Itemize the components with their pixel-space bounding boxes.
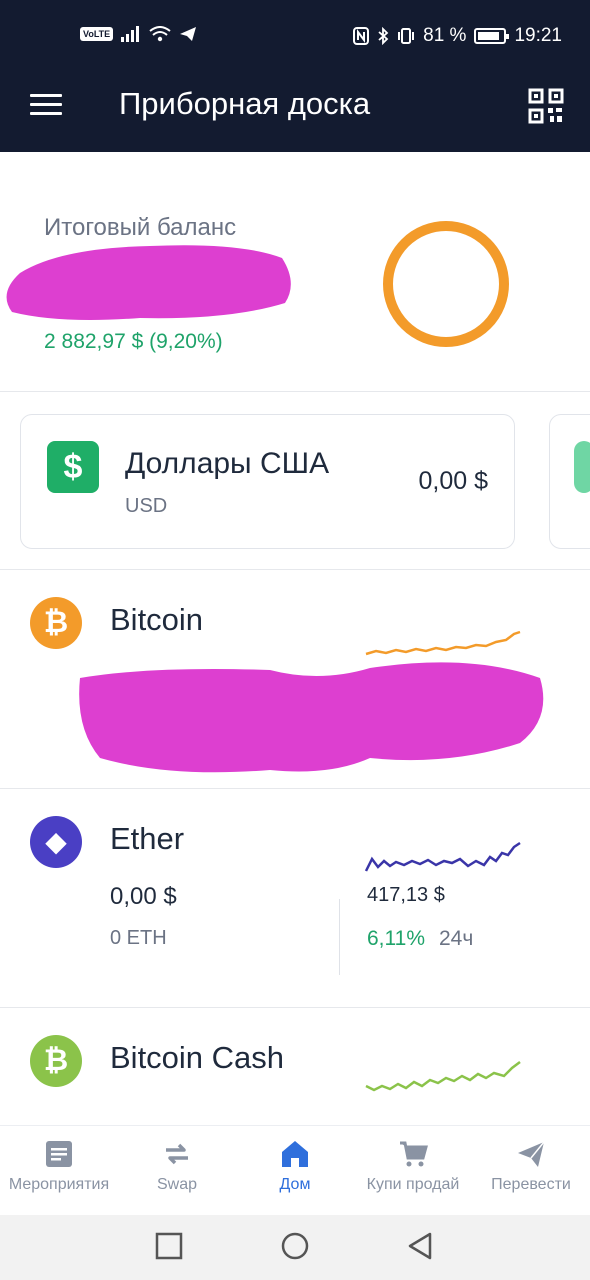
nfc-icon — [353, 27, 370, 45]
back-icon[interactable] — [405, 1231, 435, 1261]
redaction-mark — [79, 662, 544, 773]
events-icon — [46, 1141, 72, 1167]
nav-label: Купи продай — [366, 1176, 460, 1193]
currency-name: Доллары США — [125, 447, 330, 480]
fiat-balance: 0,00 $ — [110, 883, 177, 910]
price-sparkline — [365, 1061, 521, 1092]
clock: 19:21 — [514, 25, 562, 46]
volte-badge: VoLTE — [80, 27, 114, 41]
asset-name: Ether — [110, 821, 185, 856]
currency-card-usd[interactable]: $ Доллары США USD 0,00 $ — [20, 414, 515, 549]
bluetooth-icon — [378, 27, 389, 45]
price-change: 6,11% — [367, 927, 425, 950]
bitcoin-cash-icon: ₿ — [30, 1035, 82, 1087]
nav-buy-sell[interactable]: Купи продай — [354, 1126, 472, 1216]
status-bar: VoLTE 81 % 19:21 — [0, 0, 590, 72]
price-sparkline — [364, 841, 521, 872]
nav-label: Swap — [156, 1176, 198, 1193]
cart-icon — [400, 1141, 428, 1167]
asset-name: Bitcoin Cash — [110, 1040, 285, 1075]
system-nav-bar — [0, 1215, 590, 1280]
nav-events[interactable]: Мероприятия — [0, 1126, 118, 1216]
asset-name: Bitcoin — [110, 602, 204, 637]
balance-change: 2 882,97 $ (9,20%) — [44, 330, 223, 353]
vibrate-icon — [398, 28, 415, 44]
nav-label: Перевести — [491, 1176, 571, 1193]
nav-label: Мероприятия — [8, 1176, 110, 1193]
currency-cards: $ Доллары США USD 0,00 $ — [0, 392, 590, 570]
send-icon — [518, 1141, 545, 1167]
ethereum-icon: ◆ — [30, 816, 82, 868]
swap-icon — [166, 1143, 188, 1165]
telegram-icon — [180, 27, 197, 41]
nav-send[interactable]: Перевести — [472, 1126, 590, 1216]
currency-amount: 0,00 $ — [418, 467, 488, 495]
recents-icon[interactable] — [154, 1231, 184, 1261]
qr-code-icon[interactable] — [528, 88, 564, 124]
status-left: VoLTE — [80, 26, 197, 42]
app-header: VoLTE 81 % 19:21 Приборная доска — [0, 0, 590, 152]
redaction-mark — [6, 245, 291, 320]
nav-label: Дом — [279, 1176, 311, 1193]
battery-percent: 81 % — [423, 25, 467, 46]
crypto-balance: 0 ETH — [110, 927, 167, 949]
home-circle-icon[interactable] — [280, 1231, 310, 1261]
currency-icon-partial — [574, 441, 590, 493]
portfolio-ring-chart — [383, 221, 509, 347]
status-right: 81 % 19:21 — [353, 25, 562, 47]
bottom-navigation: Мероприятия Swap Дом Купи продай Перевес… — [0, 1125, 590, 1215]
battery-icon — [474, 28, 510, 44]
dollar-icon: $ — [47, 441, 99, 493]
currency-card-next[interactable] — [549, 414, 590, 549]
currency-code: USD — [125, 495, 168, 517]
bitcoin-icon: ₿ — [30, 597, 82, 649]
balance-section: Итоговый баланс 2 882,97 $ (9,20%) — [0, 152, 590, 392]
nav-home[interactable]: Дом — [236, 1126, 354, 1216]
change-period: 24ч — [439, 927, 474, 950]
signal-icon — [121, 26, 140, 42]
asset-row-ether[interactable]: ◆ Ether 0,00 $ 0 ETH 417,13 $ 6,11% 24ч — [0, 789, 590, 1008]
wifi-icon — [149, 26, 171, 42]
divider — [339, 899, 340, 975]
asset-row-bitcoin[interactable]: ₿ Bitcoin — [0, 570, 590, 789]
menu-icon[interactable] — [30, 94, 62, 118]
nav-swap[interactable]: Swap — [118, 1126, 236, 1216]
home-icon — [282, 1141, 308, 1167]
asset-price: 417,13 $ — [367, 884, 445, 906]
page-title: Приборная доска — [119, 86, 371, 121]
